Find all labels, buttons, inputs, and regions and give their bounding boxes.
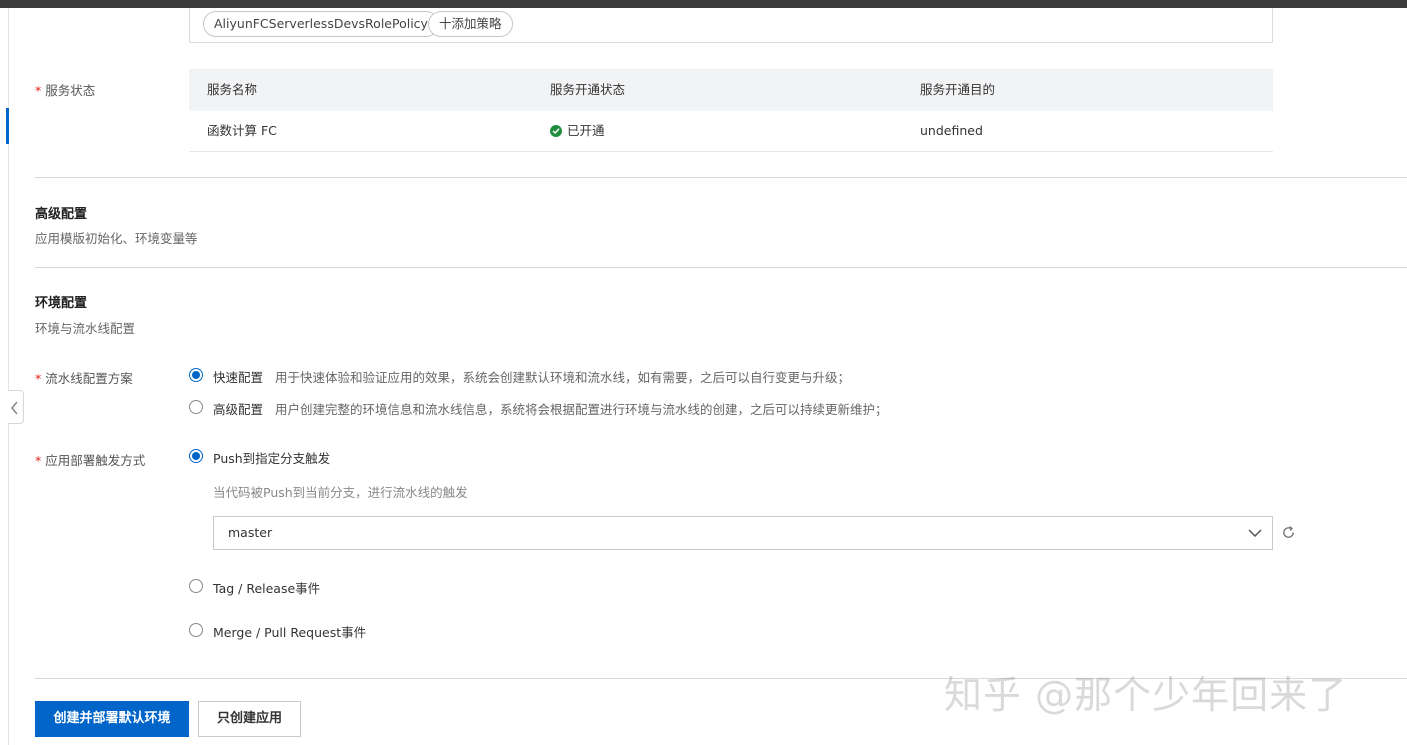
service-status-cell: 已开通 — [550, 111, 605, 151]
push-trigger-radio[interactable] — [189, 449, 203, 463]
advanced-config-option-desc: 用户创建完整的环境信息和流水线信息，系统将会根据配置进行环境与流水线的创建，之后… — [275, 402, 888, 417]
quick-config-label[interactable]: 快速配置 — [213, 367, 263, 386]
quick-config-desc: 用于快速体验和验证应用的效果，系统会创建默认环境和流水线，如有需要，之后可以自行… — [275, 370, 851, 385]
divider — [35, 177, 1407, 178]
environment-config-desc: 环境与流水线配置 — [35, 321, 136, 336]
header-service-status: 服务开通状态 — [550, 82, 626, 97]
service-status-label: * 服务状态 — [35, 83, 96, 98]
window-top-bar — [0, 0, 1407, 8]
service-name-cell: 函数计算 FC — [207, 123, 277, 138]
advanced-config-radio[interactable] — [189, 400, 203, 414]
check-circle-icon — [550, 125, 562, 137]
policy-tags-box: AliyunFCServerlessDevsRolePolicy 十添加策略 — [189, 8, 1273, 43]
tag-release-radio[interactable] — [189, 579, 203, 593]
push-trigger-label[interactable]: Push到指定分支触发 — [213, 448, 330, 467]
service-status-table: 服务名称 服务开通状态 服务开通目的 函数计算 FC 已开通 undefined — [189, 69, 1273, 152]
header-service-purpose: 服务开通目的 — [920, 82, 996, 97]
branch-select-value: master — [228, 525, 273, 540]
active-anchor-indicator — [6, 108, 9, 144]
merge-pr-radio[interactable] — [189, 623, 203, 637]
advanced-config-desc: 应用模版初始化、环境变量等 — [35, 231, 198, 246]
service-status-text: 已开通 — [567, 123, 605, 138]
branch-select[interactable]: master — [213, 516, 1273, 550]
push-trigger-hint: 当代码被Push到当前分支，进行流水线的触发 — [213, 485, 468, 500]
table-row: 函数计算 FC 已开通 undefined — [189, 111, 1273, 152]
collapse-panel-button[interactable] — [8, 390, 24, 424]
tag-release-label[interactable]: Tag / Release事件 — [213, 578, 320, 597]
watermark: 知乎 @那个少年回来了 — [944, 673, 1348, 717]
refresh-icon[interactable] — [1281, 525, 1296, 540]
chevron-left-icon — [11, 401, 18, 415]
environment-config-title: 环境配置 — [35, 296, 88, 311]
service-purpose-cell: undefined — [920, 123, 983, 138]
trigger-method-label: * 应用部署触发方式 — [35, 453, 146, 468]
policy-tag[interactable]: AliyunFCServerlessDevsRolePolicy — [203, 11, 439, 37]
chevron-down-icon — [1248, 529, 1262, 538]
create-and-deploy-button[interactable]: 创建并部署默认环境 — [35, 701, 189, 737]
merge-pr-label[interactable]: Merge / Pull Request事件 — [213, 622, 366, 641]
add-policy-button[interactable]: 十添加策略 — [428, 11, 513, 37]
header-service-name: 服务名称 — [207, 82, 258, 97]
table-header: 服务名称 服务开通状态 服务开通目的 — [189, 69, 1273, 111]
advanced-config-title[interactable]: 高级配置 — [35, 203, 87, 222]
advanced-config-option-label[interactable]: 高级配置 — [213, 399, 263, 418]
divider — [35, 267, 1407, 268]
create-app-only-button[interactable]: 只创建应用 — [198, 701, 301, 737]
pipeline-scheme-label: * 流水线配置方案 — [35, 371, 133, 386]
quick-config-radio[interactable] — [189, 368, 203, 382]
